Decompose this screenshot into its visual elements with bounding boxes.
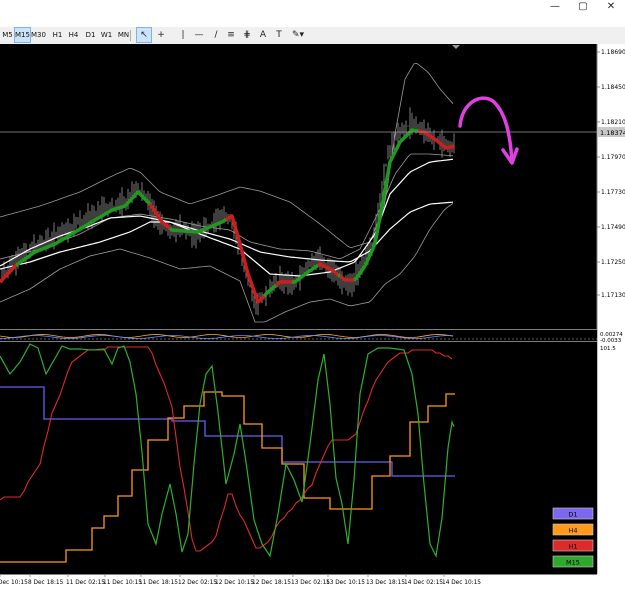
channel-tool[interactable]: ≡: [224, 28, 238, 42]
timeframe-m30-button[interactable]: M30: [31, 28, 46, 42]
timeframe-mn-button[interactable]: MN: [116, 28, 131, 42]
timeframe-h4-button[interactable]: H4: [66, 28, 81, 42]
time-axis-label: 12 Dec 02:15: [178, 580, 217, 586]
price-axis-label: 1.17490: [601, 224, 625, 231]
price-axis-label: 1.17730: [601, 189, 625, 196]
legend-d1-label: D1: [568, 511, 577, 519]
legend-h4-label: H4: [568, 527, 577, 535]
price-panel: [0, 44, 597, 329]
trendline-tool[interactable]: /: [209, 28, 223, 42]
close-icon[interactable]: ✕: [597, 0, 625, 14]
time-axis-label: 13 Dec 10:15: [326, 580, 365, 586]
time-axis-label: 13 Dec 02:15: [291, 580, 330, 586]
chart-toolbar: M5 M15 M30 H1 H4 D1 W1 MN ↖ + | — / ≡ ⋕ A T ✎▾: [0, 27, 625, 45]
oscillator-panel: [0, 342, 597, 574]
cursor-tool[interactable]: ↖: [136, 27, 152, 43]
time-axis-label: 8 Dec 18:15: [28, 580, 64, 586]
oscillator-axis-label: 101.5: [600, 346, 616, 352]
crosshair-tool[interactable]: +: [154, 28, 168, 42]
timeframe-w1-button[interactable]: W1: [99, 28, 114, 42]
price-axis-label: 1.18450: [601, 84, 625, 91]
vertical-line-tool[interactable]: |: [176, 28, 190, 42]
fast-ma-up-segment: [336, 273, 342, 278]
toolbar-separator: [130, 30, 131, 41]
timeframe-m15-button[interactable]: M15: [14, 27, 31, 43]
price-axis-label: 1.18210: [601, 119, 625, 126]
maximize-icon[interactable]: ▢: [569, 0, 597, 14]
minimize-icon[interactable]: —: [541, 0, 569, 14]
price-axis-label: 1.17250: [601, 259, 625, 266]
timeframe-h1-button[interactable]: H1: [50, 28, 65, 42]
price-axis-label: 1.18690: [601, 49, 625, 56]
fibonacci-tool[interactable]: ⋕: [240, 28, 254, 42]
volume-axis-label: -0.0033: [600, 338, 622, 344]
time-axis-label: 14 Dec 10:15: [442, 580, 481, 586]
timeframe-m5-button[interactable]: M5: [0, 28, 15, 42]
label-tool[interactable]: T: [272, 28, 286, 42]
time-axis-label: 13 Dec 18:15: [366, 580, 405, 586]
legend-h1-label: H1: [568, 543, 577, 551]
time-axis-label: Dec 10:15: [0, 580, 28, 586]
window-title-bar: — ▢ ✕: [0, 0, 625, 14]
time-axis-label: 12 Dec 10:15: [215, 580, 254, 586]
time-axis-label: 11 Dec 02:15: [66, 580, 105, 586]
chart-area[interactable]: 1.18374 1.18690 1.18450 1.18210 1.17970 1.17…: [0, 44, 625, 589]
time-axis-label: 12 Dec 18:15: [252, 580, 291, 586]
time-axis-label: 14 Dec 02:15: [404, 580, 443, 586]
timeframe-d1-button[interactable]: D1: [83, 28, 98, 42]
text-tool[interactable]: A: [256, 28, 270, 42]
current-price-label: 1.18374: [600, 129, 625, 137]
time-axis-label: 11 Dec 10:15: [103, 580, 142, 586]
price-axis-label: 1.17130: [601, 292, 625, 299]
shapes-tool[interactable]: ✎▾: [288, 28, 308, 42]
horizontal-line-tool[interactable]: —: [192, 28, 206, 42]
price-axis-label: 1.17970: [601, 154, 625, 161]
legend-m15-label: M15: [566, 559, 580, 567]
time-axis-label: 11 Dec 18:15: [139, 580, 178, 586]
